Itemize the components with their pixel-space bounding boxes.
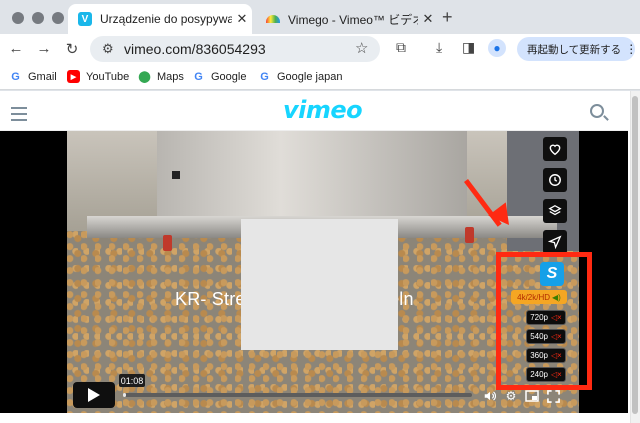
send-icon	[548, 235, 562, 249]
play-icon	[88, 388, 100, 402]
google-icon: G	[11, 70, 20, 83]
play-button[interactable]	[73, 382, 115, 408]
bookmark-maps[interactable]: ⬤ Maps	[138, 70, 184, 84]
bookmark-label: Google japan	[277, 70, 343, 83]
resolution-label: 540p	[530, 332, 548, 341]
downloader-logo-icon[interactable]: S	[540, 262, 564, 286]
bookmark-label: Maps	[157, 70, 184, 83]
fullscreen-icon[interactable]	[545, 388, 561, 404]
speaker-icon: ◁×	[550, 332, 562, 341]
close-window-button[interactable]	[12, 12, 24, 24]
bookmark-star-icon[interactable]: ☆	[355, 39, 368, 57]
hamburger-menu-icon[interactable]	[11, 107, 27, 125]
forward-button[interactable]: →	[34, 40, 54, 57]
google-icon: G	[194, 70, 203, 83]
google-icon: G	[260, 70, 269, 83]
download-540p-button[interactable]: 540p ◁×	[526, 329, 566, 344]
speaker-icon: ◀)	[552, 292, 561, 302]
url-text[interactable]: vimeo.com/836054293	[124, 41, 266, 57]
download-360p-button[interactable]: 360p ◁×	[526, 348, 566, 363]
vimeo-favicon-icon: V	[78, 12, 92, 26]
back-button[interactable]: ←	[6, 40, 26, 57]
relaunch-label: 再起動して更新する	[527, 43, 622, 56]
bookmark-label: YouTube	[86, 70, 130, 83]
tab-title: Vimego - Vimeo™ ビデオダウ	[288, 12, 418, 27]
like-button[interactable]	[543, 137, 567, 161]
download-hd-button[interactable]: 4k/2k/HD ◀)	[511, 290, 567, 304]
tab-vimego[interactable]: Vimego - Vimeo™ ビデオダウ ✕	[256, 4, 438, 34]
speaker-icon: ◁×	[550, 313, 562, 322]
vimeo-logo[interactable]: vimeo	[283, 96, 363, 124]
picture-in-picture-icon[interactable]	[524, 388, 540, 404]
profile-avatar-icon[interactable]: ●	[488, 39, 506, 57]
bookmark-google-japan[interactable]: G Google japan	[258, 70, 342, 83]
maximize-window-button[interactable]	[52, 12, 64, 24]
volume-icon[interactable]	[482, 388, 498, 404]
current-time-label: 01:08	[119, 374, 145, 387]
speaker-icon: ◁×	[550, 370, 562, 379]
minimize-window-button[interactable]	[32, 12, 44, 24]
resolution-label: 360p	[530, 351, 548, 360]
video-scene-red-knob	[163, 235, 172, 251]
share-button[interactable]	[543, 230, 567, 254]
new-tab-button[interactable]: +	[442, 7, 453, 28]
progress-track[interactable]	[123, 393, 472, 397]
bookmark-label: Gmail	[28, 70, 57, 83]
tab-vimeo[interactable]: V Urządzenie do posypywania ✕	[68, 4, 252, 34]
heart-icon	[549, 144, 561, 156]
download-icon[interactable]: ⤓	[436, 39, 442, 56]
settings-gear-icon[interactable]: ⚙	[503, 388, 519, 404]
download-720p-button[interactable]: 720p ◁×	[526, 310, 566, 325]
blank-overlay-box	[241, 219, 398, 350]
site-info-icon[interactable]: ⚙	[102, 41, 114, 57]
more-menu-icon: ⋮	[625, 42, 638, 56]
close-tab-icon[interactable]: ✕	[232, 11, 252, 27]
rainbow-favicon-icon	[266, 15, 280, 23]
progress-played	[123, 393, 126, 397]
bookmark-label: Google	[211, 70, 247, 83]
resolution-label: 240p	[530, 370, 548, 379]
download-240p-button[interactable]: 240p ◁×	[526, 367, 566, 382]
bookmark-google[interactable]: G Google	[192, 70, 246, 83]
reload-button[interactable]: ↻	[62, 40, 82, 58]
scrollbar-thumb[interactable]	[632, 96, 638, 414]
video-scene-red-knob	[465, 227, 474, 243]
relaunch-to-update-button[interactable]: 再起動して更新する ⋮	[517, 37, 638, 61]
bookmark-youtube[interactable]: ▶ YouTube	[67, 70, 129, 83]
search-icon[interactable]	[590, 104, 604, 118]
collections-button[interactable]	[543, 199, 567, 223]
tab-title: Urządzenie do posypywania	[100, 12, 232, 26]
extensions-icon[interactable]: ⧉	[396, 39, 406, 56]
hd-label: 4k/2k/HD	[517, 292, 551, 302]
watch-later-button[interactable]	[543, 168, 567, 192]
video-scene-slot	[172, 171, 180, 179]
bookmark-gmail[interactable]: G Gmail	[9, 70, 57, 83]
clock-icon	[549, 174, 561, 186]
side-panel-icon[interactable]: ◨	[462, 39, 475, 56]
resolution-label: 720p	[530, 313, 548, 322]
maps-icon: ⬤	[138, 71, 151, 83]
video-scene-hopper	[157, 131, 467, 226]
speaker-icon: ◁×	[550, 351, 562, 360]
youtube-icon: ▶	[67, 70, 80, 83]
layers-icon	[548, 205, 562, 216]
close-tab-icon[interactable]: ✕	[418, 11, 438, 27]
